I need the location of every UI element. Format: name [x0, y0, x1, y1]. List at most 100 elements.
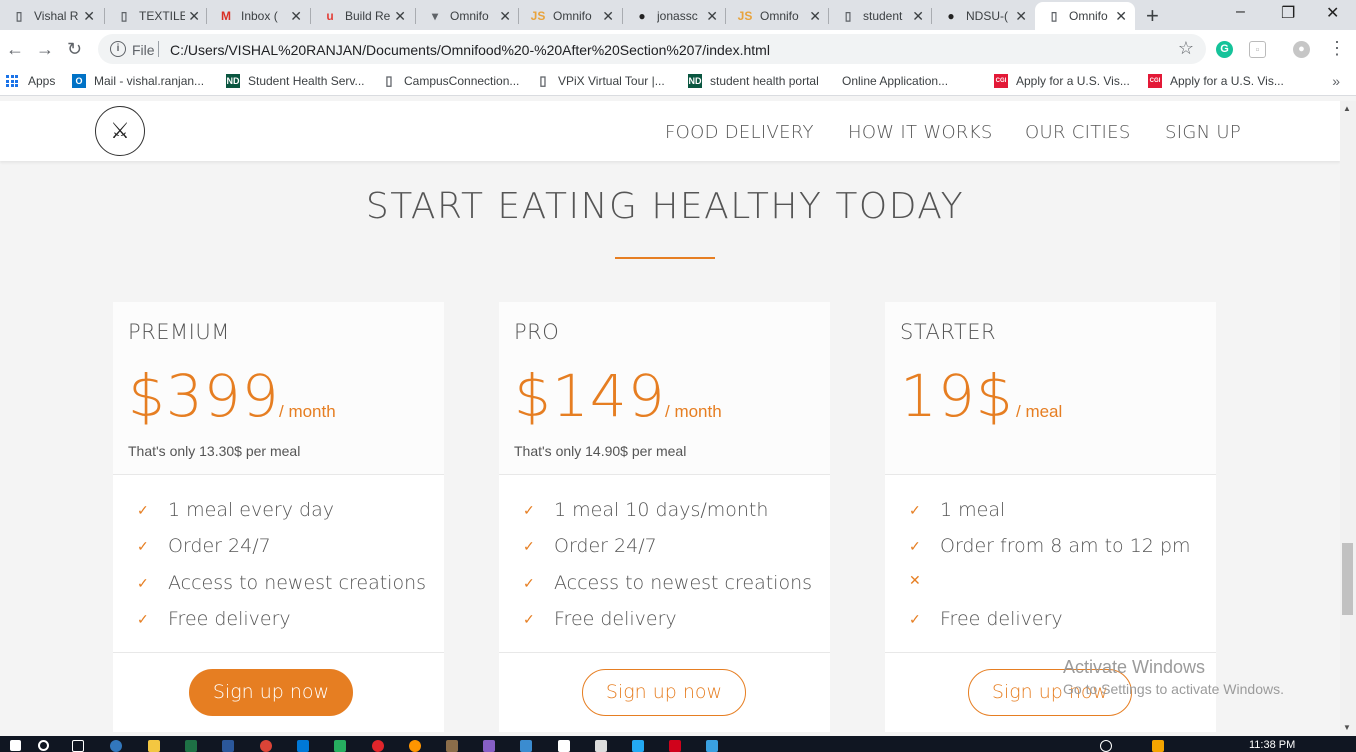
scroll-thumb[interactable]: [1342, 543, 1353, 615]
vscode-icon[interactable]: [632, 740, 644, 752]
bookmark-item[interactable]: O Mail - vishal.ranjan...: [72, 74, 204, 88]
app-icon[interactable]: [334, 740, 346, 752]
reload-icon[interactable]: ↻: [67, 39, 82, 60]
plan-card-pro: PRO $149/ month That's only 14.90$ per mea…: [499, 302, 830, 732]
resume-icon: u: [326, 9, 334, 23]
menu-dots-icon[interactable]: ⋮: [1328, 38, 1346, 59]
browser-tab[interactable]: JS Omnifo ✕: [519, 2, 622, 30]
grammarly-icon[interactable]: G: [1216, 41, 1233, 58]
tray-app-icon[interactable]: [1152, 740, 1164, 752]
app-icon[interactable]: [297, 740, 309, 752]
bookmark-label: Apps: [28, 74, 56, 88]
bookmarks-overflow-icon[interactable]: »: [1332, 73, 1340, 89]
omnifood-logo[interactable]: ⚔: [95, 106, 145, 156]
profile-avatar-icon[interactable]: ●: [1293, 41, 1310, 58]
address-bar[interactable]: i File C:/Users/VISHAL%20RANJAN/Document…: [98, 34, 1206, 64]
taskbar-clock[interactable]: 11:38 PM: [1249, 739, 1295, 751]
app-icon[interactable]: [446, 740, 458, 752]
browser-tab[interactable]: ▾ Omnifo ✕: [416, 2, 519, 30]
file-explorer-icon[interactable]: [148, 740, 160, 752]
nav-link-our-cities[interactable]: OUR CITIES: [1025, 122, 1131, 143]
windows-start-icon[interactable]: [10, 740, 21, 751]
bookmark-item[interactable]: Apps: [6, 74, 55, 88]
visual-studio-icon[interactable]: [483, 740, 495, 752]
excel-icon[interactable]: [185, 740, 197, 752]
maximize-icon[interactable]: ❐: [1281, 3, 1295, 23]
bookmark-label: Apply for a U.S. Vis...: [1170, 74, 1284, 88]
tab-close-icon[interactable]: ✕: [602, 8, 614, 25]
bookmark-item[interactable]: ▯ VPiX Virtual Tour |...: [536, 74, 664, 89]
nav-link-sign-up[interactable]: SIGN UP: [1165, 122, 1241, 143]
tab-close-icon[interactable]: ✕: [1115, 8, 1127, 25]
plan-signup-button[interactable]: Sign up now: [582, 669, 746, 716]
minimize-icon[interactable]: –: [1236, 3, 1245, 21]
people-icon[interactable]: [1100, 740, 1112, 752]
check-icon: ✓: [909, 610, 921, 627]
bookmark-item[interactable]: CGI Apply for a U.S. Vis...: [994, 74, 1130, 88]
plan-feature: ✓ Order 24/7: [523, 535, 657, 557]
bookmark-item[interactable]: Online Application...: [842, 74, 948, 88]
app-icon[interactable]: [520, 740, 532, 752]
bookmark-star-icon[interactable]: ☆: [1178, 38, 1194, 59]
forward-icon[interactable]: →: [36, 39, 54, 60]
browser-tab[interactable]: JS Omnifo ✕: [726, 2, 829, 30]
browser-tab[interactable]: ● NDSU-(✕: [932, 2, 1035, 30]
scroll-up-arrow-icon[interactable]: ▲: [1343, 104, 1351, 113]
tab-close-icon[interactable]: ✕: [83, 8, 95, 25]
bookmark-item[interactable]: CGI Apply for a U.S. Vis...: [1148, 74, 1284, 88]
plan-price: $399: [128, 362, 280, 430]
app-icon[interactable]: [558, 740, 570, 752]
github-icon: ●: [638, 9, 646, 23]
plan-feature: ✓ Access to newest creations: [137, 572, 426, 594]
nav-link-how-it-works[interactable]: HOW IT WORKS: [848, 122, 993, 143]
browser-tab[interactable]: ● jonassc ✕: [623, 2, 726, 30]
tab-close-icon[interactable]: ✕: [809, 8, 821, 25]
edge-icon[interactable]: [110, 740, 122, 752]
chrome-icon[interactable]: [260, 740, 272, 752]
opera-icon[interactable]: [372, 740, 384, 752]
firefox-icon[interactable]: [409, 740, 421, 752]
tab-close-icon[interactable]: ✕: [706, 8, 718, 25]
info-icon[interactable]: i: [110, 41, 126, 57]
browser-tab[interactable]: M Inbox (✕: [207, 2, 310, 30]
browser-tab[interactable]: ▯ TEXTILE ✕: [105, 2, 208, 30]
browser-tab[interactable]: ▯ Vishal R ✕: [0, 2, 103, 30]
tab-close-icon[interactable]: ✕: [499, 8, 511, 25]
tab-title: Omnifo: [450, 9, 489, 23]
word-icon[interactable]: [222, 740, 234, 752]
tab-close-icon[interactable]: ✕: [394, 8, 406, 25]
app-icon[interactable]: [706, 740, 718, 752]
plan-divider: [499, 652, 830, 653]
url-text[interactable]: C:/Users/VISHAL%20RANJAN/Documents/Omnif…: [170, 42, 770, 58]
store-icon[interactable]: [595, 740, 607, 752]
scroll-down-arrow-icon[interactable]: ▼: [1343, 723, 1351, 732]
page-scrollbar[interactable]: ▲ ▼: [1340, 101, 1356, 736]
new-tab-button[interactable]: +: [1146, 3, 1159, 29]
tab-close-icon[interactable]: ✕: [912, 8, 924, 25]
bookmark-item[interactable]: ▯ CampusConnection...: [382, 74, 519, 89]
title-underline: [615, 257, 715, 259]
check-icon: ✓: [137, 501, 149, 518]
plan-feature: ✓ 1 meal: [909, 499, 1005, 521]
plan-header: STARTER 19$ / meal: [885, 302, 1216, 475]
browser-tab[interactable]: ▯ student ✕: [829, 2, 932, 30]
bookmark-label: Student Health Serv...: [248, 74, 365, 88]
nav-link-food-delivery[interactable]: FOOD DELIVERY: [665, 122, 814, 143]
tab-close-icon[interactable]: ✕: [290, 8, 302, 25]
extension-icon[interactable]: ▫: [1249, 41, 1266, 58]
browser-tab[interactable]: ▯ Omnifo ✕: [1035, 2, 1135, 30]
bookmark-item[interactable]: ND student health portal: [688, 74, 819, 88]
plan-feature-text: Order 24/7: [554, 535, 657, 557]
back-icon[interactable]: ←: [6, 39, 24, 60]
plan-name: PRO: [514, 320, 560, 344]
tab-close-icon[interactable]: ✕: [188, 8, 200, 25]
tab-close-icon[interactable]: ✕: [1015, 8, 1027, 25]
plan-signup-button[interactable]: Sign up now: [189, 669, 353, 716]
browser-tab[interactable]: u Build Re ✕: [311, 2, 414, 30]
ndsu-icon: ND: [688, 74, 702, 88]
bookmark-item[interactable]: ND Student Health Serv...: [226, 74, 365, 88]
task-view-icon[interactable]: [72, 740, 84, 752]
app-icon[interactable]: [669, 740, 681, 752]
close-window-icon[interactable]: ✕: [1326, 3, 1339, 23]
taskbar-search-icon[interactable]: [38, 740, 49, 751]
